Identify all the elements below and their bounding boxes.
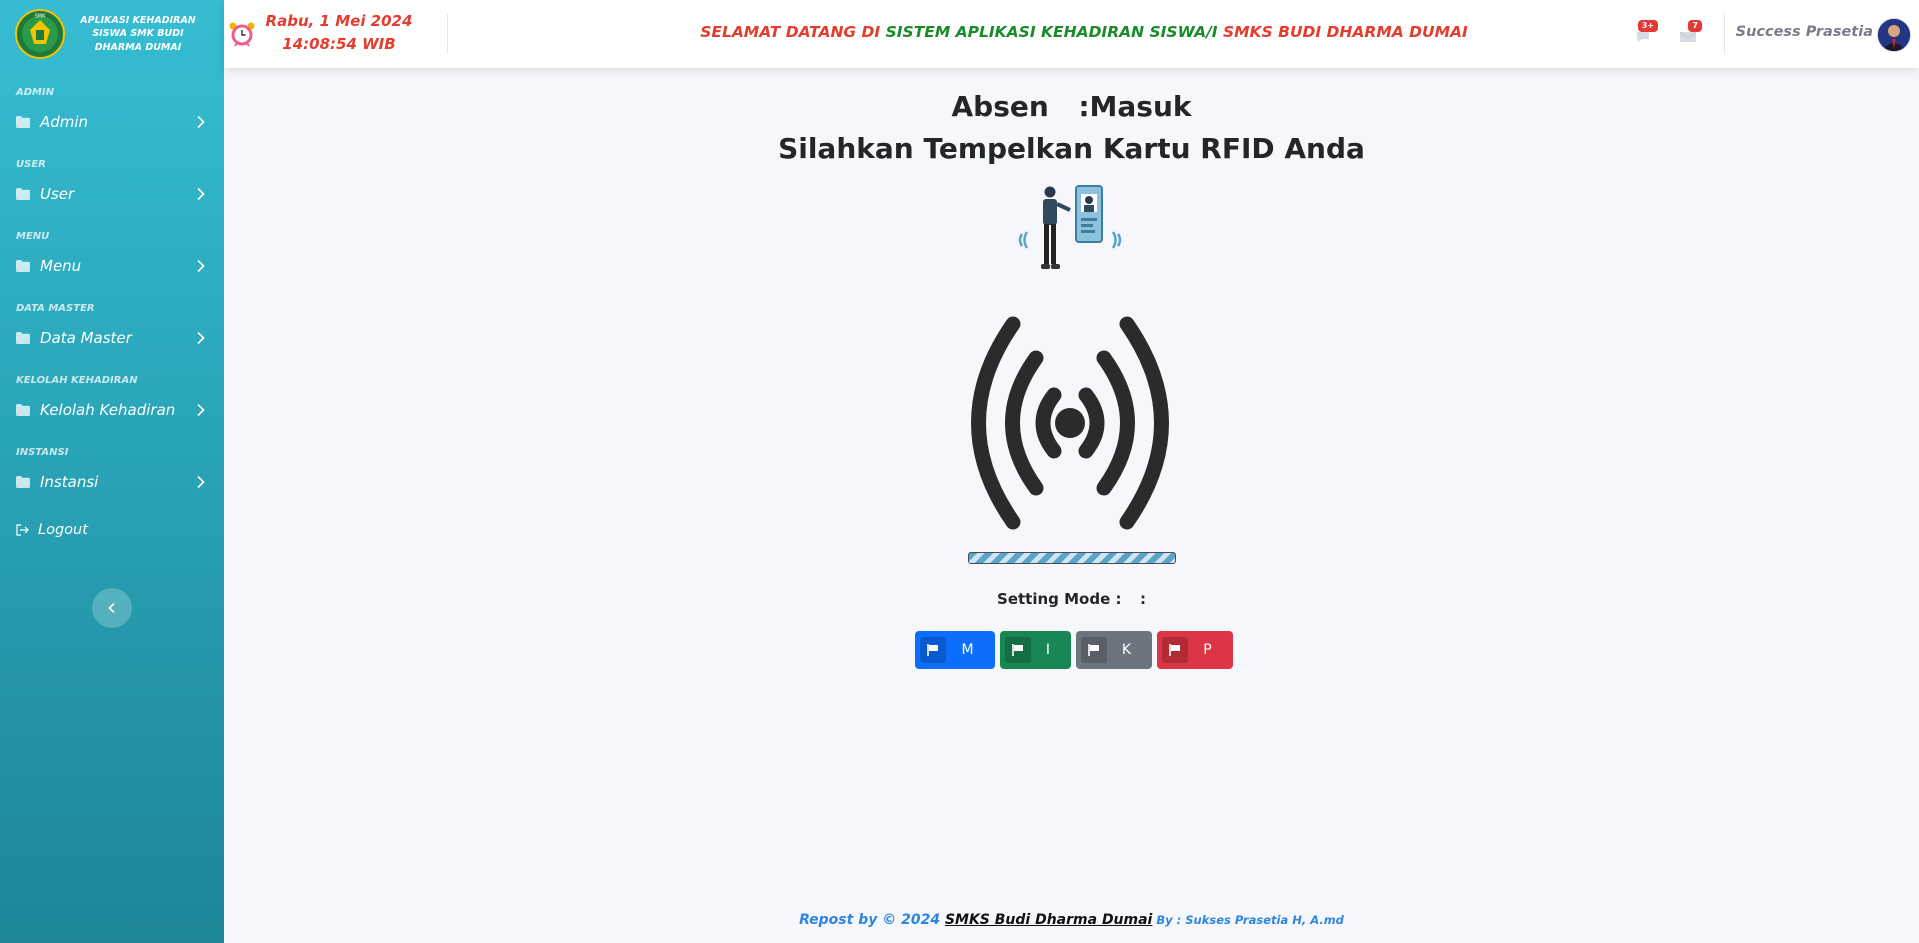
svg-text:SMK: SMK xyxy=(35,14,46,20)
user-name[interactable]: Success Prasetia xyxy=(1736,24,1873,40)
sidebar-item-label: Data Master xyxy=(40,329,132,347)
setting-mode-label: Setting Mode : : xyxy=(224,590,1919,608)
mode-letter: M xyxy=(961,642,974,658)
mode-p-button[interactable]: P xyxy=(1157,631,1233,669)
setting-mode-text: Setting Mode : xyxy=(997,590,1122,608)
messages-button[interactable]: 3+ xyxy=(1634,20,1658,44)
chevron-right-icon xyxy=(197,475,205,489)
mode-letter: P xyxy=(1203,642,1212,658)
sidebar-item-admin[interactable]: Admin xyxy=(0,102,224,142)
chevron-right-icon xyxy=(197,115,205,129)
scan-progress-bar xyxy=(968,552,1176,564)
logout-label: Logout xyxy=(38,522,88,538)
current-date: Rabu, 1 Mei 2024 xyxy=(265,12,413,30)
flag-icon xyxy=(920,637,946,663)
welcome-text-part3: SMKS BUDI DHARMA DUMAI xyxy=(1222,23,1468,41)
chevron-right-icon xyxy=(197,331,205,345)
notifications-button[interactable]: 7 xyxy=(1678,20,1702,44)
topbar: Rabu, 1 Mei 2024 14:08:54 WIB SELAMAT DA… xyxy=(224,0,1919,68)
school-logo: SMK xyxy=(14,8,66,60)
main-content: Absen :Masuk Silahkan Tempelkan Kartu RF… xyxy=(224,68,1919,943)
mode-m-button[interactable]: M xyxy=(915,631,995,669)
sidebar: SMK APLIKASI KEHADIRAN SISWA SMK BUDI DH… xyxy=(0,0,224,943)
mode-k-button[interactable]: K xyxy=(1076,631,1152,669)
footer-school-link[interactable]: SMKS Budi Dharma Dumai xyxy=(945,912,1152,928)
flag-icon xyxy=(1005,637,1031,663)
folder-icon xyxy=(16,402,40,418)
welcome-text-part2: SISTEM APLIKASI KEHADIRAN SISWA/I xyxy=(885,23,1223,41)
sidebar-heading-kelolah-kehadiran: KELOLAH KEHADIRAN xyxy=(16,375,138,386)
folder-icon xyxy=(16,474,40,490)
sidebar-heading-data-master: DATA MASTER xyxy=(16,303,95,314)
sidebar-heading-instansi: INSTANSI xyxy=(16,447,69,458)
absen-value: Masuk xyxy=(1089,90,1192,123)
messages-badge: 3+ xyxy=(1637,20,1658,32)
mode-i-button[interactable]: I xyxy=(1000,631,1071,669)
sidebar-item-menu[interactable]: Menu xyxy=(0,246,224,286)
instruction-text: Silahkan Tempelkan Kartu RFID Anda xyxy=(778,132,1365,165)
progress-fill xyxy=(969,553,1175,563)
absen-separator: : xyxy=(1078,90,1090,123)
chevron-right-icon xyxy=(197,403,205,417)
divider xyxy=(1724,14,1725,54)
mode-buttons: M I K P xyxy=(915,631,1233,669)
sidebar-item-label: User xyxy=(40,185,75,203)
sidebar-item-user[interactable]: User xyxy=(0,174,224,214)
welcome-banner: SELAMAT DATANG DI SISTEM APLIKASI KEHADI… xyxy=(684,23,1484,41)
app-title: APLIKASI KEHADIRAN SISWA SMK BUDI DHARMA… xyxy=(80,14,196,53)
folder-icon xyxy=(16,258,40,274)
sidebar-nav: ADMIN Admin USER User MENU Menu DATA MAS… xyxy=(0,84,224,548)
sidebar-heading-menu: MENU xyxy=(16,231,50,242)
footer-repost: Repost by © 2024 xyxy=(799,912,945,928)
brand[interactable]: SMK APLIKASI KEHADIRAN SISWA SMK BUDI DH… xyxy=(0,0,224,68)
sidebar-item-label: Admin xyxy=(40,113,89,131)
logout-link[interactable]: Logout xyxy=(0,512,224,548)
footer: Repost by © 2024 SMKS Budi Dharma Dumai … xyxy=(224,912,1919,928)
sidebar-heading-user: USER xyxy=(16,159,46,170)
absen-label: Absen xyxy=(951,90,1049,123)
notifications-badge: 7 xyxy=(1688,20,1702,32)
footer-author: By : Sukses Prasetia H, A.md xyxy=(1152,913,1344,927)
setting-mode-separator: : xyxy=(1139,590,1146,608)
flag-icon xyxy=(1081,637,1107,663)
sidebar-heading-admin: ADMIN xyxy=(16,87,55,98)
sidebar-item-data-master[interactable]: Data Master xyxy=(0,318,224,358)
sidebar-item-kelolah-kehadiran[interactable]: Kelolah Kehadiran xyxy=(0,390,224,430)
folder-icon xyxy=(16,330,40,346)
divider xyxy=(447,14,448,54)
rfid-signal-icon xyxy=(944,312,1196,534)
alarm-clock-icon xyxy=(228,20,256,48)
sidebar-item-instansi[interactable]: Instansi xyxy=(0,462,224,502)
chevron-right-icon xyxy=(197,259,205,273)
folder-icon xyxy=(16,186,40,202)
mode-letter: K xyxy=(1121,642,1132,658)
folder-icon xyxy=(16,114,40,130)
current-time: 14:08:54 WIB xyxy=(282,35,396,53)
flag-icon xyxy=(1162,637,1188,663)
absen-title: Absen :Masuk xyxy=(224,90,1919,123)
sidebar-item-label: Kelolah Kehadiran xyxy=(40,401,176,419)
chevron-left-icon xyxy=(108,602,115,614)
user-avatar[interactable] xyxy=(1877,18,1911,52)
chevron-right-icon xyxy=(197,187,205,201)
mode-letter: I xyxy=(1045,642,1051,658)
sign-out-icon xyxy=(16,524,38,536)
sidebar-item-label: Instansi xyxy=(40,473,99,491)
welcome-text-part1: SELAMAT DATANG DI xyxy=(700,23,886,41)
sidebar-item-label: Menu xyxy=(40,257,82,275)
sidebar-toggle-button[interactable] xyxy=(92,588,132,628)
id-card-scan-illustration xyxy=(1018,182,1122,278)
datetime-display: Rabu, 1 Mei 2024 14:08:54 WIB xyxy=(264,10,414,56)
